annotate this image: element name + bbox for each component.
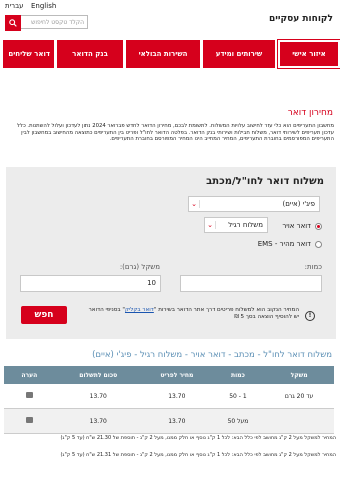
option-airmail[interactable]: דואר אויר xyxy=(282,222,322,230)
note-icon[interactable] xyxy=(25,392,33,398)
cell-unit-price: 13.70 xyxy=(141,384,212,409)
cell-quantity: מעל 50 xyxy=(211,408,265,434)
info-icon: ! xyxy=(305,311,315,321)
nav-item-personal-area[interactable]: איזור אישי xyxy=(278,40,340,68)
option-ems-label: דואר מהיר - EMS xyxy=(257,240,311,248)
search-button[interactable] xyxy=(5,15,21,31)
page-title: מחירון דואר xyxy=(287,108,333,118)
calculator-title: משלוח דואר לחו"ל/מכתב xyxy=(206,176,324,187)
destination-select[interactable]: פיג'י (איים) ⌄ xyxy=(188,196,320,212)
cell-note xyxy=(4,384,55,409)
site-title: לקוחות עסקיים xyxy=(268,14,333,24)
lang-english-link[interactable]: English xyxy=(31,2,56,10)
quantity-input[interactable] xyxy=(180,275,322,292)
header-quantity: כמות xyxy=(211,366,265,384)
radio-airmail[interactable] xyxy=(315,222,322,230)
cell-weight: עד 20 גרם xyxy=(264,384,334,409)
page-description: מחשבון התעריפים הוא כלי עזר לחישוב עלויו… xyxy=(16,123,334,143)
footnote-2: המחיר למשקל מעל 2 ק"ג מחושב לפי כלל הבא:… xyxy=(60,452,336,458)
note-icon[interactable] xyxy=(25,417,33,423)
weight-input[interactable]: 10 xyxy=(20,275,161,292)
table-header-row: משקל כמות מחיר לפריט סכום לתשלום הערה xyxy=(4,366,334,384)
chevron-down-icon: ⌄ xyxy=(205,221,216,229)
radio-ems[interactable] xyxy=(315,240,322,248)
click-mail-link[interactable]: דואר בקליק xyxy=(125,307,154,313)
header-unit-price: מחיר לפריט xyxy=(141,366,212,384)
results-table: משקל כמות מחיר לפריט סכום לתשלום הערה עד… xyxy=(4,366,334,434)
nav-item-couriers[interactable]: דואר שליחים xyxy=(3,40,54,68)
pricing-note: המחיר הנקוב הוא למשלוח פריטים דרך אתר הד… xyxy=(83,307,299,321)
results-title: משלוח דואר לחו"ל - מכתב - דואר אויר - מש… xyxy=(92,350,332,360)
nav-item-postal-bank[interactable]: בנק הדואר xyxy=(57,40,123,68)
main-nav: איזור אישי שירותים ומידע השירות הבולאי ב… xyxy=(0,40,340,68)
destination-value: פיג'י (איים) xyxy=(282,200,315,208)
shipping-type-value: משלוח רגיל xyxy=(228,221,263,229)
search-input[interactable]: הקלד טקסט לחיפוש xyxy=(21,15,88,29)
search-bar: הקלד טקסט לחיפוש xyxy=(5,15,88,31)
table-row: מעל 50 13.70 13.70 xyxy=(4,408,334,434)
header-total: סכום לתשלום xyxy=(54,366,142,384)
cell-weight xyxy=(264,408,334,434)
quantity-label: כמות: xyxy=(304,263,322,271)
header-note: הערה xyxy=(4,366,55,384)
shipping-type-select[interactable]: משלוח רגיל ⌄ xyxy=(204,217,268,233)
cell-total: 13.70 xyxy=(54,384,142,409)
chevron-down-icon: ⌄ xyxy=(189,200,200,208)
table-row: עד 20 גרם 1 - 50 13.70 13.70 xyxy=(4,384,334,409)
cell-quantity: 1 - 50 xyxy=(211,384,265,409)
weight-label: משקל (גרם): xyxy=(119,263,160,271)
note-prefix: המחיר הנקוב הוא למשלוח פריטים דרך אתר הד… xyxy=(153,307,299,313)
lang-hebrew-link[interactable]: עברית xyxy=(5,2,24,10)
nav-item-philatelic[interactable]: השירות הבולאי xyxy=(126,40,200,68)
search-icon xyxy=(9,19,17,27)
header-weight: משקל xyxy=(264,366,334,384)
cell-total: 13.70 xyxy=(54,408,142,434)
option-ems[interactable]: דואר מהיר - EMS xyxy=(258,240,322,248)
cell-unit-price: 13.70 xyxy=(141,408,212,434)
nav-item-services[interactable]: שירותים ומידע xyxy=(203,40,275,68)
footnote-1: המחיר למשקל מעל 2 ק"ג מחושב לפי כלל הבא:… xyxy=(60,435,336,441)
option-airmail-label: דואר אויר xyxy=(282,222,311,230)
cell-note xyxy=(4,408,55,434)
search-calculate-button[interactable]: חפש xyxy=(21,306,67,324)
